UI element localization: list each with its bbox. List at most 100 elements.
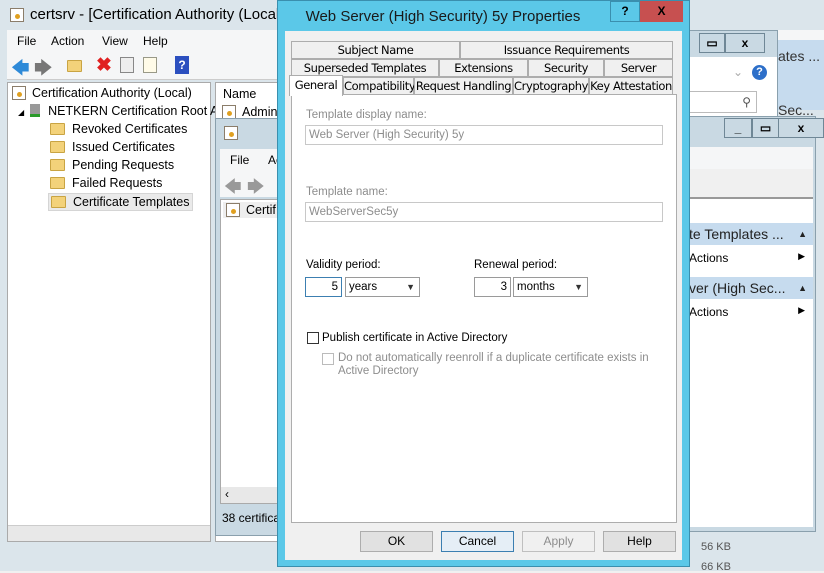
apply-button[interactable]: Apply: [522, 531, 595, 552]
cert-icon: [226, 203, 240, 217]
submenu-arrow-icon: ▶: [798, 251, 805, 261]
tab-request-handling[interactable]: Request Handling: [414, 77, 513, 95]
tab-subject-name[interactable]: Subject Name: [291, 41, 460, 59]
cert-icon: [222, 105, 236, 119]
folder-label: Issued Certificates: [72, 140, 175, 154]
folder-icon: [50, 159, 65, 171]
tree-folder-templates[interactable]: Certificate Templates: [48, 193, 193, 211]
tree-root-label: Certification Authority (Local): [32, 86, 192, 100]
renewal-unit-select[interactable]: months ▼: [513, 277, 588, 297]
tree-pane: Certification Authority (Local) ◢ NETKERN…: [7, 82, 218, 542]
template-name-field[interactable]: WebServerSec5y: [305, 202, 663, 222]
server-icon: [30, 104, 41, 117]
folder-icon: [50, 123, 65, 135]
behind-header: ates ...: [778, 48, 821, 64]
folder-label: Revoked Certificates: [72, 122, 188, 136]
tree-folder-revoked[interactable]: Revoked Certificates: [50, 122, 187, 136]
tree-hscroll[interactable]: [8, 525, 210, 541]
maximize-button[interactable]: ▭: [752, 118, 779, 138]
file-size: 56 KB: [701, 541, 731, 553]
actions-item-2[interactable]: Actions ▶: [689, 305, 813, 319]
submenu-arrow-icon: ▶: [798, 305, 805, 315]
menu-view[interactable]: View: [102, 34, 128, 48]
folder-label: Pending Requests: [72, 158, 175, 172]
menu-help[interactable]: Help: [143, 34, 168, 48]
expand-icon[interactable]: ◢: [18, 108, 24, 117]
list-item[interactable]: Admini: [222, 105, 280, 119]
console-icon: [224, 126, 238, 140]
display-name-field[interactable]: Web Server (High Security) 5y: [305, 125, 663, 145]
no-reenroll-label: Do not automatically reenroll if a dupli…: [338, 352, 649, 377]
dialog-close-button[interactable]: X: [640, 1, 683, 22]
tab-server[interactable]: Server: [604, 59, 673, 77]
tab-page: [291, 94, 677, 523]
help-icon[interactable]: ?: [175, 56, 189, 74]
ca-icon: [12, 86, 26, 100]
cancel-button[interactable]: Cancel: [441, 531, 514, 552]
tree-root[interactable]: Certification Authority (Local): [12, 86, 192, 100]
renewal-period-input[interactable]: 3: [474, 277, 511, 297]
tree-ca[interactable]: ◢ NETKERN Certification Root A: [18, 104, 218, 118]
ok-button[interactable]: OK: [360, 531, 433, 552]
up-folder-icon[interactable]: [67, 60, 82, 72]
menu-file[interactable]: File: [17, 34, 36, 48]
actions-header-label: te Templates ...: [689, 226, 784, 242]
list-item-label: Admini: [242, 105, 281, 119]
close-button[interactable]: x: [725, 33, 765, 53]
publish-ad-checkbox[interactable]: [307, 332, 319, 344]
validity-period-label: Validity period:: [306, 259, 381, 271]
search-box[interactable]: ⚲: [689, 91, 757, 113]
tab-issuance-requirements[interactable]: Issuance Requirements: [460, 41, 673, 59]
tab-key-attestation[interactable]: Key Attestation: [589, 77, 673, 95]
tab-extensions[interactable]: Extensions: [439, 59, 528, 77]
tree-folder-pending[interactable]: Pending Requests: [50, 158, 174, 172]
tab-general[interactable]: General: [289, 75, 343, 96]
app-icon: [10, 8, 24, 22]
list-item[interactable]: Certif: [223, 202, 279, 218]
file-size: 66 KB: [701, 561, 731, 573]
properties-icon[interactable]: [120, 57, 134, 73]
collapse-icon[interactable]: ▲: [798, 277, 807, 299]
search-icon: ⚲: [742, 95, 751, 109]
properties-dialog: Web Server (High Security) 5y Properties…: [277, 0, 690, 567]
behind-window-1: ▭ x ⌄ ? ⚲: [688, 30, 778, 120]
behind-window-2: _ ▭ x te Templates ... ▲ Actions ▶ ver (Hi…: [688, 116, 824, 532]
validity-unit-select[interactable]: years ▼: [345, 277, 420, 297]
publish-ad-label: Publish certificate in Active Directory: [322, 332, 508, 344]
menu-action[interactable]: Action: [51, 34, 84, 48]
tree-folder-failed[interactable]: Failed Requests: [50, 176, 162, 190]
folder-icon: [50, 141, 65, 153]
help-button[interactable]: Help: [603, 531, 676, 552]
export-icon[interactable]: [143, 57, 157, 73]
behind-panel: ates ... Sec...: [778, 40, 824, 118]
actions-item-1[interactable]: Actions ▶: [689, 251, 813, 265]
dropdown-chevron-icon[interactable]: ⌄: [733, 65, 743, 79]
folder-label: Failed Requests: [72, 176, 163, 190]
minimize-button[interactable]: _: [724, 118, 752, 138]
tab-cryptography[interactable]: Cryptography: [513, 77, 589, 95]
actions-pane: te Templates ... ▲ Actions ▶ ver (High Sec…: [689, 147, 813, 527]
tree-folder-issued[interactable]: Issued Certificates: [50, 140, 175, 154]
folder-icon: [51, 196, 66, 208]
help-circle-icon[interactable]: ?: [752, 65, 767, 80]
maximize-button[interactable]: ▭: [699, 33, 725, 53]
close-button[interactable]: x: [778, 118, 824, 138]
window-title: certsrv - [Certification Authority (Loca…: [30, 6, 289, 23]
column-header-name[interactable]: Name: [223, 87, 256, 101]
tab-compatibility[interactable]: Compatibility: [343, 77, 416, 95]
actions-header-1[interactable]: te Templates ... ▲: [689, 223, 813, 245]
tab-security[interactable]: Security: [528, 59, 604, 77]
console-menu-file[interactable]: File: [230, 153, 249, 167]
dialog-title: Web Server (High Security) 5y Properties: [305, 8, 581, 25]
validity-period-input[interactable]: 5: [305, 277, 342, 297]
actions-item-label: Actions: [689, 305, 729, 319]
dialog-client: Subject Name Issuance Requirements Super…: [285, 31, 682, 560]
actions-header-2[interactable]: ver (High Sec... ▲: [689, 277, 813, 299]
no-reenroll-checkbox[interactable]: [322, 353, 334, 365]
actions-item-label: Actions: [689, 251, 729, 265]
chevron-down-icon: ▼: [574, 282, 583, 292]
collapse-icon[interactable]: ▲: [798, 223, 807, 245]
delete-icon[interactable]: ✖: [96, 54, 112, 77]
renewal-period-label: Renewal period:: [474, 259, 558, 271]
dialog-help-button[interactable]: ?: [610, 1, 640, 22]
